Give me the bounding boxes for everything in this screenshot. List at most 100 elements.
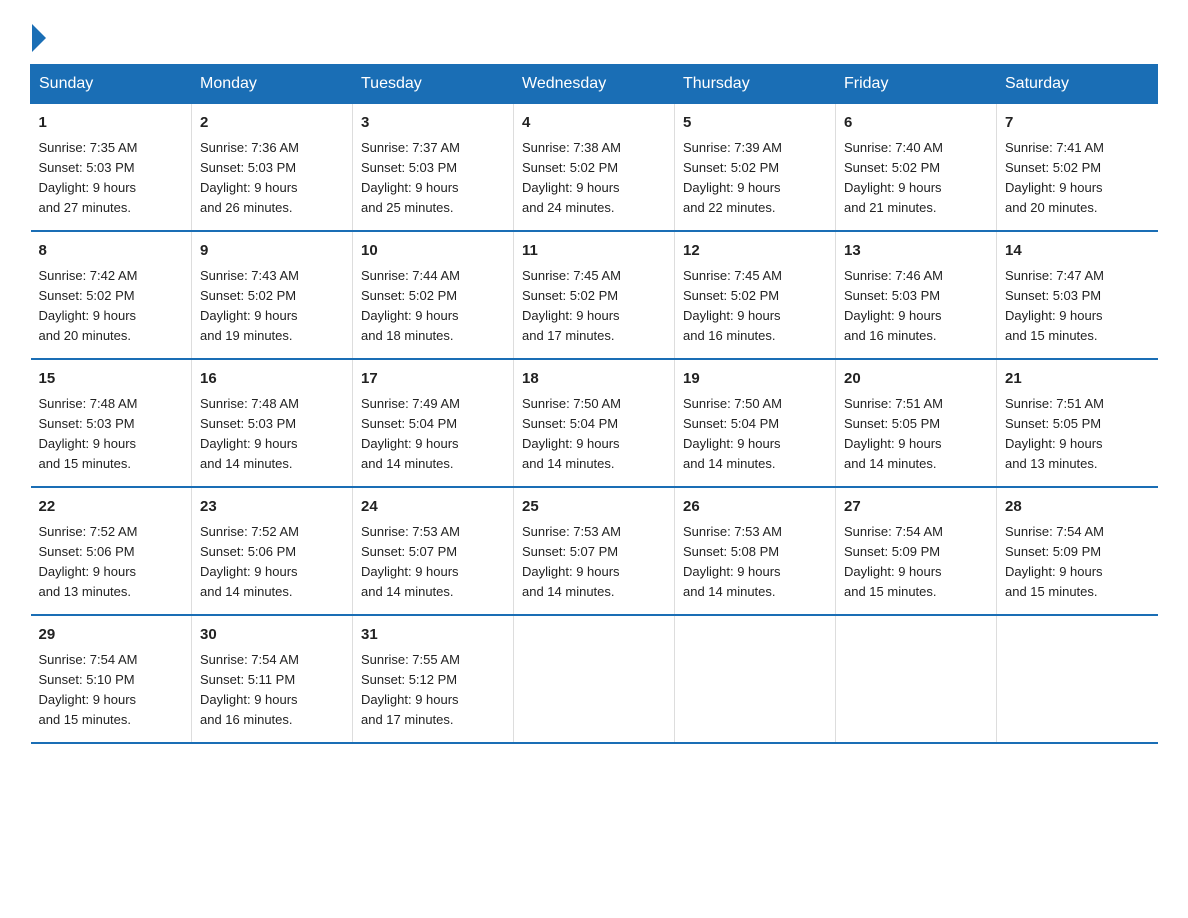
day-info: Sunrise: 7:36 AMSunset: 5:03 PMDaylight:… (200, 138, 344, 219)
calendar-day-cell: 18 Sunrise: 7:50 AMSunset: 5:04 PMDayligh… (514, 359, 675, 487)
calendar-day-cell (997, 615, 1158, 743)
day-info: Sunrise: 7:54 AMSunset: 5:09 PMDaylight:… (1005, 522, 1150, 603)
calendar-day-cell: 28 Sunrise: 7:54 AMSunset: 5:09 PMDayligh… (997, 487, 1158, 615)
calendar-header: SundayMondayTuesdayWednesdayThursdayFrid… (31, 65, 1158, 104)
day-number: 18 (522, 368, 666, 391)
calendar-day-cell: 21Sunrise: 7:51 AMSunset: 5:05 PMDayligh… (997, 359, 1158, 487)
day-number: 27 (844, 496, 988, 519)
day-of-week-header: Wednesday (514, 65, 675, 104)
day-info: Sunrise: 7:38 AMSunset: 5:02 PMDaylight:… (522, 138, 666, 219)
calendar-day-cell: 19 Sunrise: 7:50 AMSunset: 5:04 PMDayligh… (675, 359, 836, 487)
calendar-day-cell: 11Sunrise: 7:45 AMSunset: 5:02 PMDayligh… (514, 231, 675, 359)
calendar-week-row: 1 Sunrise: 7:35 AMSunset: 5:03 PMDaylight… (31, 104, 1158, 232)
day-info: Sunrise: 7:41 AMSunset: 5:02 PMDaylight:… (1005, 138, 1150, 219)
day-of-week-header: Thursday (675, 65, 836, 104)
day-info: Sunrise: 7:53 AMSunset: 5:08 PMDaylight:… (683, 522, 827, 603)
calendar-day-cell: 31 Sunrise: 7:55 AMSunset: 5:12 PMDayligh… (353, 615, 514, 743)
calendar-day-cell: 8Sunrise: 7:42 AMSunset: 5:02 PMDaylight… (31, 231, 192, 359)
calendar-day-cell: 7Sunrise: 7:41 AMSunset: 5:02 PMDaylight… (997, 104, 1158, 232)
calendar-week-row: 8Sunrise: 7:42 AMSunset: 5:02 PMDaylight… (31, 231, 1158, 359)
calendar-day-cell: 20 Sunrise: 7:51 AMSunset: 5:05 PMDayligh… (836, 359, 997, 487)
day-number: 28 (1005, 496, 1150, 519)
day-number: 30 (200, 624, 344, 647)
day-number: 11 (522, 240, 666, 263)
logo-top (30, 20, 46, 52)
day-info: Sunrise: 7:45 AMSunset: 5:02 PMDaylight:… (683, 266, 827, 347)
day-info: Sunrise: 7:50 AMSunset: 5:04 PMDaylight:… (522, 394, 666, 475)
day-info: Sunrise: 7:54 AMSunset: 5:10 PMDaylight:… (39, 650, 184, 731)
day-info: Sunrise: 7:50 AMSunset: 5:04 PMDaylight:… (683, 394, 827, 475)
day-number: 20 (844, 368, 988, 391)
day-info: Sunrise: 7:55 AMSunset: 5:12 PMDaylight:… (361, 650, 505, 731)
calendar-body: 1 Sunrise: 7:35 AMSunset: 5:03 PMDaylight… (31, 104, 1158, 744)
day-info: Sunrise: 7:35 AMSunset: 5:03 PMDaylight:… (39, 138, 184, 219)
calendar-day-cell (514, 615, 675, 743)
calendar-day-cell: 4 Sunrise: 7:38 AMSunset: 5:02 PMDaylight… (514, 104, 675, 232)
day-number: 25 (522, 496, 666, 519)
day-info: Sunrise: 7:39 AMSunset: 5:02 PMDaylight:… (683, 138, 827, 219)
day-number: 19 (683, 368, 827, 391)
day-info: Sunrise: 7:52 AMSunset: 5:06 PMDaylight:… (200, 522, 344, 603)
day-info: Sunrise: 7:48 AMSunset: 5:03 PMDaylight:… (39, 394, 184, 475)
day-number: 9 (200, 240, 344, 263)
day-number: 24 (361, 496, 505, 519)
calendar-day-cell: 12 Sunrise: 7:45 AMSunset: 5:02 PMDayligh… (675, 231, 836, 359)
day-info: Sunrise: 7:54 AMSunset: 5:11 PMDaylight:… (200, 650, 344, 731)
calendar-day-cell (836, 615, 997, 743)
calendar-day-cell: 16 Sunrise: 7:48 AMSunset: 5:03 PMDayligh… (192, 359, 353, 487)
day-number: 2 (200, 112, 344, 135)
day-number: 4 (522, 112, 666, 135)
logo (30, 20, 46, 46)
day-number: 15 (39, 368, 184, 391)
day-number: 29 (39, 624, 184, 647)
day-number: 10 (361, 240, 505, 263)
day-number: 14 (1005, 240, 1150, 263)
day-of-week-header: Friday (836, 65, 997, 104)
day-number: 1 (39, 112, 184, 135)
day-number: 16 (200, 368, 344, 391)
day-number: 17 (361, 368, 505, 391)
day-number: 13 (844, 240, 988, 263)
day-info: Sunrise: 7:54 AMSunset: 5:09 PMDaylight:… (844, 522, 988, 603)
day-info: Sunrise: 7:47 AMSunset: 5:03 PMDaylight:… (1005, 266, 1150, 347)
day-number: 23 (200, 496, 344, 519)
day-info: Sunrise: 7:51 AMSunset: 5:05 PMDaylight:… (844, 394, 988, 475)
calendar-table: SundayMondayTuesdayWednesdayThursdayFrid… (30, 64, 1158, 744)
logo-arrow-icon (32, 24, 46, 52)
day-info: Sunrise: 7:49 AMSunset: 5:04 PMDaylight:… (361, 394, 505, 475)
day-number: 31 (361, 624, 505, 647)
day-number: 6 (844, 112, 988, 135)
page-header (30, 20, 1158, 46)
calendar-day-cell: 26 Sunrise: 7:53 AMSunset: 5:08 PMDayligh… (675, 487, 836, 615)
day-number: 3 (361, 112, 505, 135)
calendar-day-cell: 9 Sunrise: 7:43 AMSunset: 5:02 PMDaylight… (192, 231, 353, 359)
day-info: Sunrise: 7:46 AMSunset: 5:03 PMDaylight:… (844, 266, 988, 347)
calendar-day-cell: 27 Sunrise: 7:54 AMSunset: 5:09 PMDayligh… (836, 487, 997, 615)
calendar-day-cell: 1 Sunrise: 7:35 AMSunset: 5:03 PMDaylight… (31, 104, 192, 232)
calendar-day-cell: 17 Sunrise: 7:49 AMSunset: 5:04 PMDayligh… (353, 359, 514, 487)
day-number: 12 (683, 240, 827, 263)
calendar-day-cell: 2 Sunrise: 7:36 AMSunset: 5:03 PMDaylight… (192, 104, 353, 232)
calendar-day-cell: 25 Sunrise: 7:53 AMSunset: 5:07 PMDayligh… (514, 487, 675, 615)
day-info: Sunrise: 7:53 AMSunset: 5:07 PMDaylight:… (522, 522, 666, 603)
day-number: 26 (683, 496, 827, 519)
day-info: Sunrise: 7:52 AMSunset: 5:06 PMDaylight:… (39, 522, 184, 603)
day-info: Sunrise: 7:48 AMSunset: 5:03 PMDaylight:… (200, 394, 344, 475)
calendar-day-cell: 23 Sunrise: 7:52 AMSunset: 5:06 PMDayligh… (192, 487, 353, 615)
day-info: Sunrise: 7:43 AMSunset: 5:02 PMDaylight:… (200, 266, 344, 347)
calendar-day-cell: 15 Sunrise: 7:48 AMSunset: 5:03 PMDayligh… (31, 359, 192, 487)
calendar-day-cell: 14 Sunrise: 7:47 AMSunset: 5:03 PMDayligh… (997, 231, 1158, 359)
day-info: Sunrise: 7:42 AMSunset: 5:02 PMDaylight:… (39, 266, 184, 347)
day-number: 22 (39, 496, 184, 519)
day-info: Sunrise: 7:40 AMSunset: 5:02 PMDaylight:… (844, 138, 988, 219)
day-info: Sunrise: 7:37 AMSunset: 5:03 PMDaylight:… (361, 138, 505, 219)
day-of-week-header: Saturday (997, 65, 1158, 104)
calendar-day-cell: 13 Sunrise: 7:46 AMSunset: 5:03 PMDayligh… (836, 231, 997, 359)
calendar-day-cell (675, 615, 836, 743)
calendar-day-cell: 6 Sunrise: 7:40 AMSunset: 5:02 PMDaylight… (836, 104, 997, 232)
day-info: Sunrise: 7:44 AMSunset: 5:02 PMDaylight:… (361, 266, 505, 347)
calendar-day-cell: 10 Sunrise: 7:44 AMSunset: 5:02 PMDayligh… (353, 231, 514, 359)
day-of-week-header: Monday (192, 65, 353, 104)
calendar-week-row: 29 Sunrise: 7:54 AMSunset: 5:10 PMDayligh… (31, 615, 1158, 743)
day-info: Sunrise: 7:51 AMSunset: 5:05 PMDaylight:… (1005, 394, 1150, 475)
